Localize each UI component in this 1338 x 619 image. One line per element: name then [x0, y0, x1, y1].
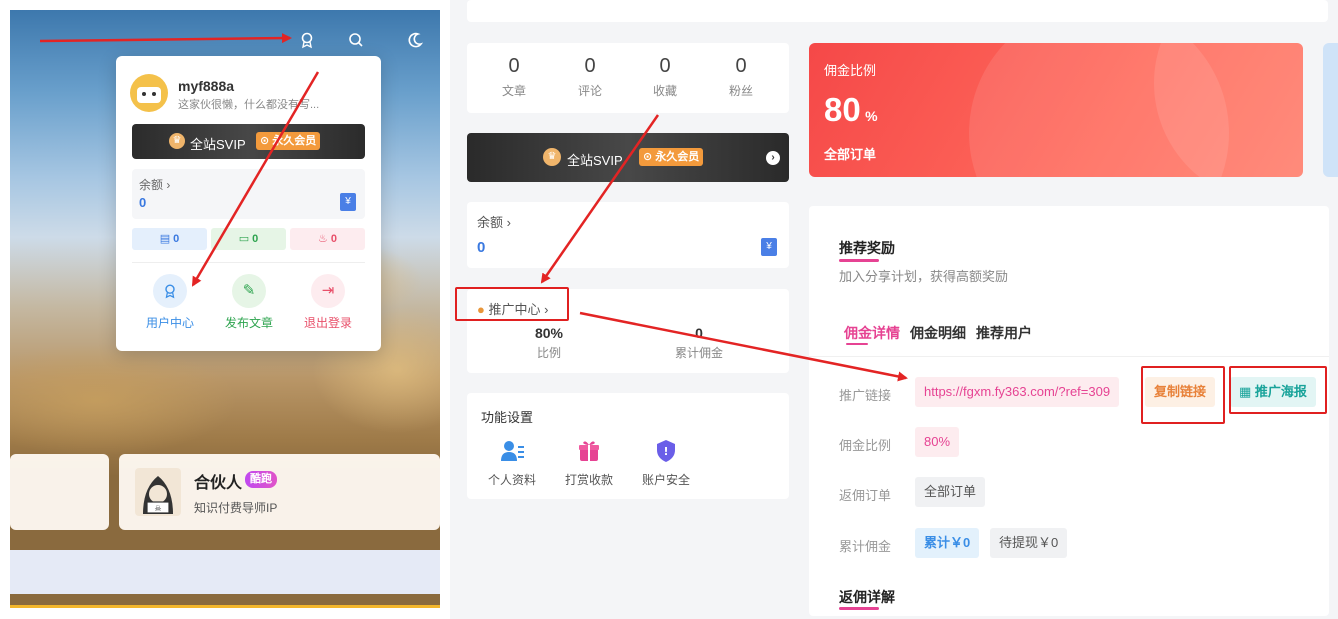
arrow-to-award-icon — [39, 33, 292, 44]
screenshot-root: ☠ 合伙人 酷跑 知识付费导师IP myf888a 这家伙很懒，什么都没有写..… — [0, 0, 1338, 619]
arrow-to-promo-link — [579, 311, 908, 382]
arrow-to-user-center — [191, 71, 320, 287]
annotation-arrows — [39, 33, 908, 382]
arrow-to-promotion-center — [540, 114, 660, 284]
